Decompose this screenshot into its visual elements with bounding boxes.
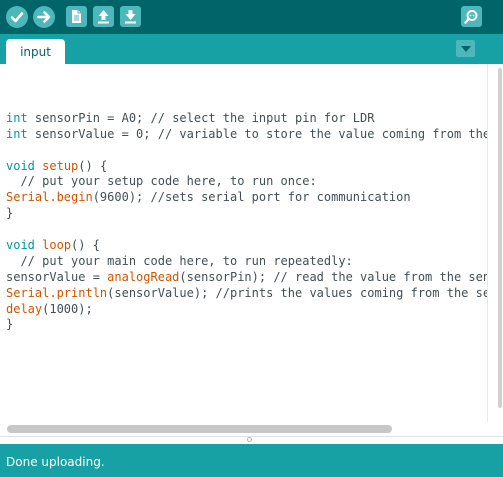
open-button[interactable] xyxy=(93,6,114,27)
vertical-scrollbar-thumb[interactable] xyxy=(498,68,502,408)
verify-button[interactable] xyxy=(6,6,28,28)
code-line[interactable]: Serial.println(sensorValue); //prints th… xyxy=(6,286,487,302)
tab-menu-button[interactable] xyxy=(456,40,475,57)
code-line[interactable]: void loop() { xyxy=(6,238,487,254)
code-line[interactable]: delay(1000); xyxy=(6,302,487,318)
upload-button[interactable] xyxy=(33,6,55,28)
code-line[interactable]: int sensorValue = 0; // variable to stor… xyxy=(6,127,487,143)
toolbar xyxy=(0,0,503,34)
tab-input[interactable]: input xyxy=(6,39,65,64)
chevron-down-icon xyxy=(460,45,471,52)
status-message: Done uploading. xyxy=(6,455,105,469)
new-button[interactable] xyxy=(66,6,87,27)
horizontal-scrollbar-thumb[interactable] xyxy=(7,425,392,433)
code-line[interactable]: ​ xyxy=(6,143,487,159)
code-line[interactable]: // put your setup code here, to run once… xyxy=(6,174,487,190)
serial-monitor-icon xyxy=(464,10,478,24)
serial-monitor-button[interactable] xyxy=(461,6,482,27)
code-line[interactable]: // put your main code here, to run repea… xyxy=(6,254,487,270)
upload-icon xyxy=(37,11,51,23)
code-line[interactable]: ​ xyxy=(6,222,487,238)
code-line[interactable]: } xyxy=(6,317,487,333)
save-button[interactable] xyxy=(120,6,141,27)
code-line[interactable]: } xyxy=(6,206,487,222)
tab-bar: input xyxy=(0,34,503,64)
new-file-icon xyxy=(72,10,81,23)
code-line[interactable]: ​ xyxy=(6,95,487,111)
save-icon xyxy=(125,10,136,24)
code-text[interactable]: ​int sensorPin = A0; // select the input… xyxy=(6,95,487,333)
code-line[interactable]: Serial.begin(9600); //sets serial port f… xyxy=(6,190,487,206)
divider-grip-icon[interactable] xyxy=(247,437,252,442)
code-line[interactable]: sensorValue = analogRead(sensorPin); // … xyxy=(6,270,487,286)
open-icon xyxy=(98,10,109,24)
code-line[interactable]: int sensorPin = A0; // select the input … xyxy=(6,111,487,127)
code-editor[interactable]: ​int sensorPin = A0; // select the input… xyxy=(0,64,487,422)
verify-icon xyxy=(10,12,24,23)
code-line[interactable]: void setup() { xyxy=(6,159,487,175)
